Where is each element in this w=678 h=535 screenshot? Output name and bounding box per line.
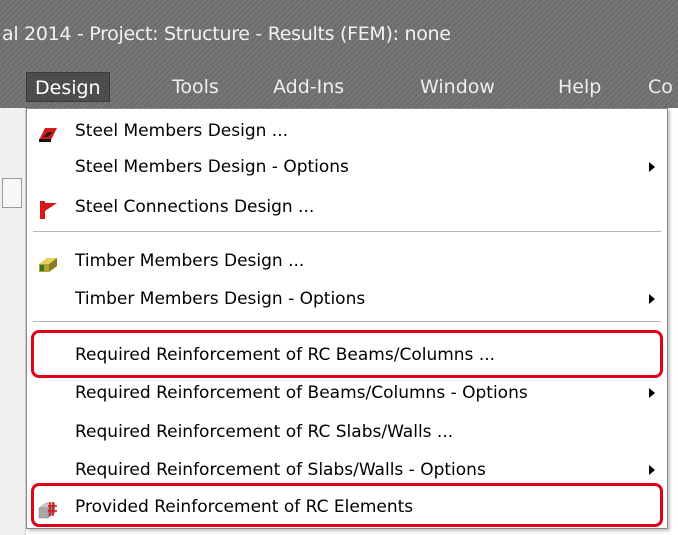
submenu-arrow-icon <box>649 465 655 475</box>
menu-item-required-reinforcement-beams-columns-options[interactable]: Required Reinforcement of Beams/Columns … <box>27 375 667 411</box>
background-panel-edge <box>2 178 22 208</box>
menu-separator <box>33 321 661 323</box>
design-menu-dropdown: Steel Members Design ... Steel Members D… <box>26 108 668 529</box>
steel-members-icon <box>37 121 59 142</box>
title-bar: al 2014 - Project: Structure - Results (… <box>0 0 678 66</box>
menu-item-label: Steel Members Design ... <box>75 121 288 141</box>
steel-connections-icon <box>37 197 59 219</box>
highlight-box-beams-columns <box>31 330 663 378</box>
highlight-box-provided-reinforcement <box>31 483 663 527</box>
menu-item-label: Steel Members Design - Options <box>75 157 349 177</box>
menu-design[interactable]: Design <box>26 72 110 102</box>
submenu-arrow-icon <box>649 388 655 398</box>
menu-item-required-reinforcement-slabs-walls[interactable]: Required Reinforcement of RC Slabs/Walls… <box>27 414 667 450</box>
menu-help[interactable]: Help <box>550 72 609 102</box>
submenu-arrow-icon <box>649 294 655 304</box>
timber-members-icon <box>37 251 59 272</box>
menu-window[interactable]: Window <box>412 72 503 102</box>
menu-co-truncated[interactable]: Co <box>640 72 678 102</box>
menu-item-label: Steel Connections Design ... <box>75 197 315 217</box>
menu-separator <box>33 231 661 233</box>
menu-item-label: Timber Members Design - Options <box>75 289 366 309</box>
menu-item-timber-members-options[interactable]: Timber Members Design - Options <box>27 281 667 317</box>
menu-tools[interactable]: Tools <box>164 72 227 102</box>
submenu-arrow-icon <box>649 162 655 172</box>
menu-bar: Design Tools Add-Ins Window Help Co <box>0 66 678 108</box>
menu-item-timber-members-design[interactable]: Timber Members Design ... <box>27 243 667 279</box>
menu-item-steel-members-design[interactable]: Steel Members Design ... <box>27 113 667 149</box>
menu-item-steel-members-options[interactable]: Steel Members Design - Options <box>27 149 667 185</box>
menu-item-label: Required Reinforcement of RC Slabs/Walls… <box>75 422 454 442</box>
window-title: al 2014 - Project: Structure - Results (… <box>2 23 451 45</box>
background-window-strip <box>0 108 26 535</box>
menu-add-ins[interactable]: Add-Ins <box>265 72 352 102</box>
menu-item-steel-connections-design[interactable]: Steel Connections Design ... <box>27 189 667 225</box>
menu-item-label: Timber Members Design ... <box>75 251 305 271</box>
menu-item-label: Required Reinforcement of Beams/Columns … <box>75 383 528 403</box>
